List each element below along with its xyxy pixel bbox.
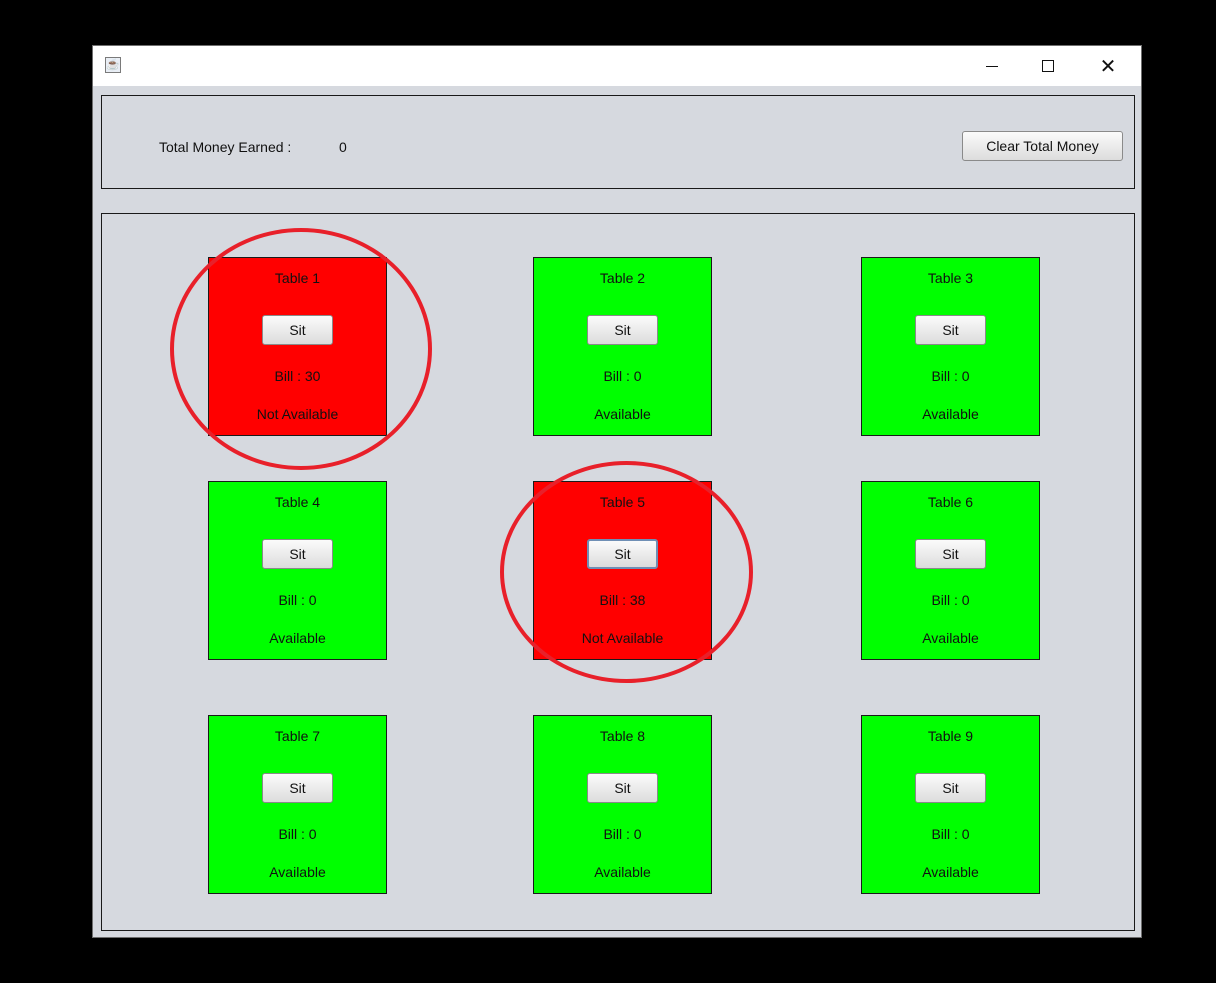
- total-money-label: Total Money Earned :: [159, 139, 292, 155]
- table-card: Table 3 Sit Bill : 0 Available: [861, 257, 1040, 436]
- table-name: Table 5: [599, 494, 646, 510]
- table-bill: Bill : 0: [603, 368, 642, 384]
- table-card: Table 5 Sit Bill : 38 Not Available: [533, 481, 712, 660]
- sit-button[interactable]: Sit: [587, 773, 658, 803]
- table-status: Not Available: [581, 630, 664, 646]
- table-name: Table 6: [927, 494, 974, 510]
- table-name: Table 8: [599, 728, 646, 744]
- table-bill: Bill : 0: [278, 592, 317, 608]
- table-status: Available: [269, 864, 326, 880]
- java-coffee-icon: ☕: [105, 57, 121, 73]
- table-bill: Bill : 38: [599, 592, 646, 608]
- sit-button[interactable]: Sit: [915, 315, 986, 345]
- close-icon: ✕: [1099, 54, 1117, 78]
- table-name: Table 1: [274, 270, 321, 286]
- maximize-button[interactable]: [1025, 46, 1071, 86]
- maximize-icon: [1042, 60, 1054, 72]
- table-name: Table 9: [927, 728, 974, 744]
- table-card: Table 9 Sit Bill : 0 Available: [861, 715, 1040, 894]
- sit-button[interactable]: Sit: [915, 773, 986, 803]
- tables-panel: Table 1 Sit Bill : 30 Not Available Tabl…: [101, 213, 1135, 931]
- sit-button[interactable]: Sit: [587, 539, 658, 569]
- app-window: ☕ ✕ Total Money Earned : 0 Clear Total M…: [92, 45, 1142, 938]
- table-status: Not Available: [256, 406, 339, 422]
- table-card: Table 2 Sit Bill : 0 Available: [533, 257, 712, 436]
- table-card: Table 8 Sit Bill : 0 Available: [533, 715, 712, 894]
- table-bill: Bill : 0: [931, 826, 970, 842]
- total-money-value: 0: [339, 139, 347, 155]
- close-button[interactable]: ✕: [1085, 46, 1131, 86]
- table-bill: Bill : 30: [274, 368, 321, 384]
- title-bar[interactable]: ☕ ✕: [93, 46, 1141, 86]
- sit-button[interactable]: Sit: [915, 539, 986, 569]
- table-bill: Bill : 0: [931, 592, 970, 608]
- table-bill: Bill : 0: [931, 368, 970, 384]
- table-status: Available: [594, 406, 651, 422]
- table-status: Available: [269, 630, 326, 646]
- table-status: Available: [594, 864, 651, 880]
- sit-button[interactable]: Sit: [262, 773, 333, 803]
- table-status: Available: [922, 406, 979, 422]
- table-name: Table 7: [274, 728, 321, 744]
- table-bill: Bill : 0: [603, 826, 642, 842]
- table-card: Table 1 Sit Bill : 30 Not Available: [208, 257, 387, 436]
- table-card: Table 7 Sit Bill : 0 Available: [208, 715, 387, 894]
- minimize-button[interactable]: [969, 46, 1015, 86]
- sit-button[interactable]: Sit: [262, 315, 333, 345]
- table-name: Table 4: [274, 494, 321, 510]
- minimize-icon: [986, 65, 998, 67]
- table-card: Table 4 Sit Bill : 0 Available: [208, 481, 387, 660]
- table-card: Table 6 Sit Bill : 0 Available: [861, 481, 1040, 660]
- table-name: Table 3: [927, 270, 974, 286]
- sit-button[interactable]: Sit: [587, 315, 658, 345]
- table-bill: Bill : 0: [278, 826, 317, 842]
- clear-total-money-button[interactable]: Clear Total Money: [962, 131, 1123, 161]
- table-name: Table 2: [599, 270, 646, 286]
- table-status: Available: [922, 864, 979, 880]
- sit-button[interactable]: Sit: [262, 539, 333, 569]
- earnings-panel: Total Money Earned : 0 Clear Total Money: [101, 95, 1135, 189]
- table-status: Available: [922, 630, 979, 646]
